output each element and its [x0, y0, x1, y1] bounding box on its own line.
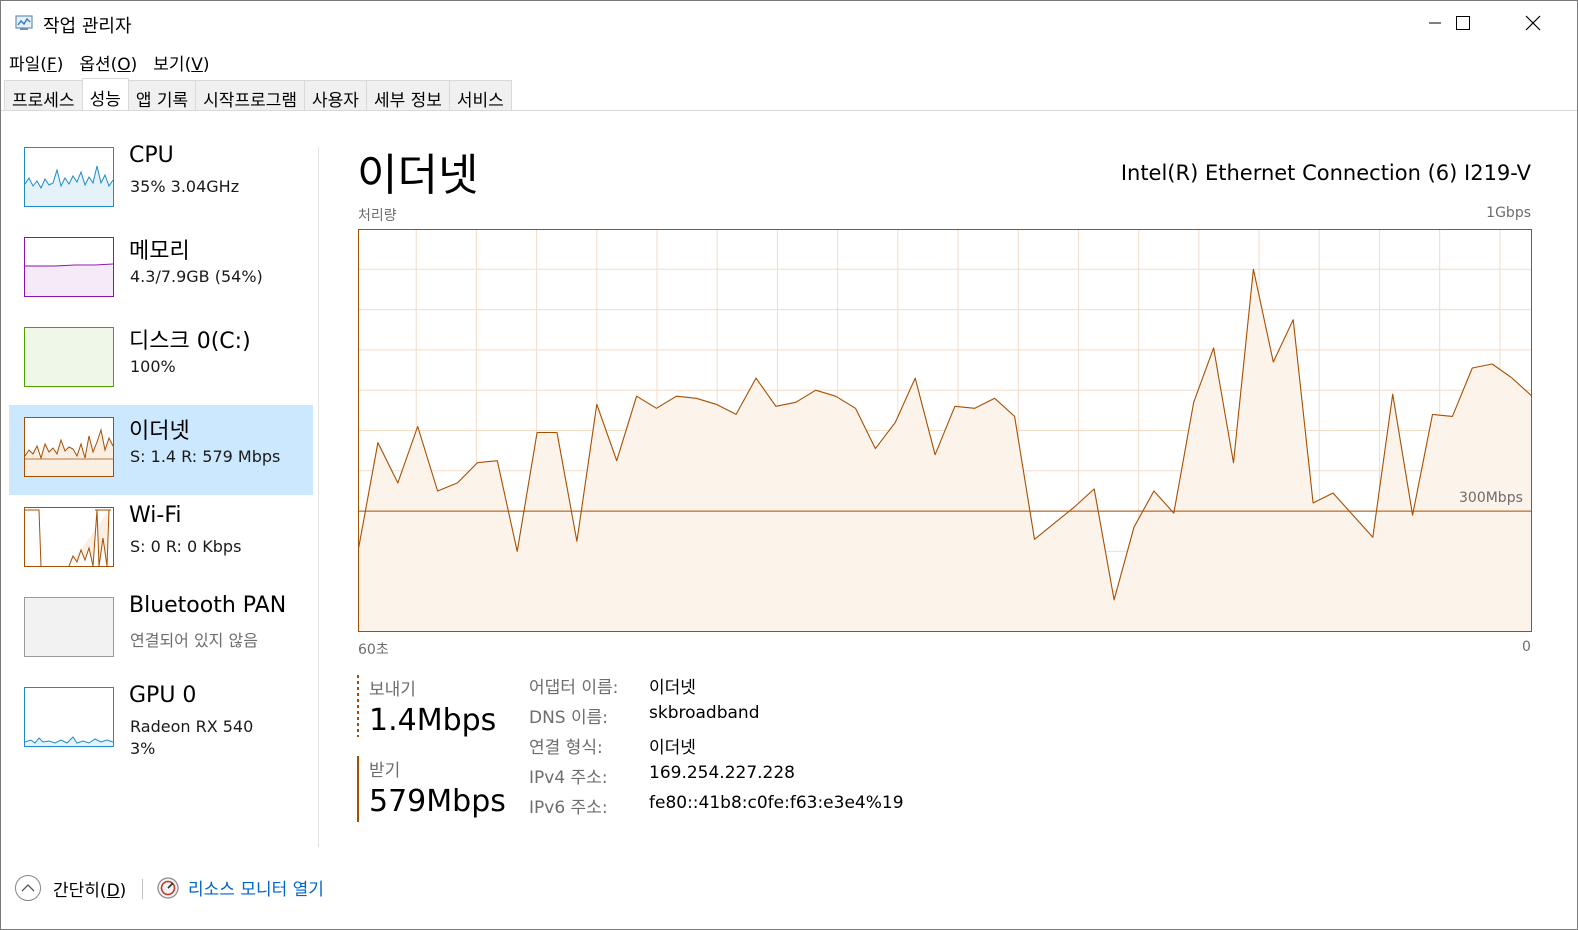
sidebar-item-memory[interactable]: 메모리 4.3/7.9GB (54%) — [9, 225, 313, 315]
mid-throughput-label: 300Mbps — [1459, 490, 1523, 506]
send-label: 보내기 — [369, 680, 416, 700]
send-value: 1.4Mbps — [369, 703, 497, 738]
sidebar-item-name: 디스크 0(C:) — [129, 329, 251, 354]
ethernet-thumbnail-graph — [24, 417, 114, 477]
property-key: IPv6 주소: — [529, 798, 608, 818]
sidebar-item-name: GPU 0 — [129, 683, 197, 708]
property-key: DNS 이름: — [529, 708, 609, 728]
time-start-label: 60초 — [358, 642, 389, 658]
sidebar-item-detail: S: 0 R: 0 Kbps — [130, 537, 242, 556]
sidebar-item-cpu[interactable]: CPU 35% 3.04GHz — [9, 135, 313, 225]
send-indicator — [357, 675, 359, 737]
sidebar-item-name: Wi-Fi — [129, 503, 182, 528]
sidebar-item-name: CPU — [129, 143, 174, 168]
sidebar-item-name: 메모리 — [129, 239, 190, 264]
disk-thumbnail-graph — [24, 327, 114, 387]
page-title: 이더넷 — [357, 150, 479, 201]
sidebar-item-name: 이더넷 — [129, 419, 190, 444]
property-row: DNS 이름: skbroadband — [529, 703, 904, 733]
sidebar-item-detail: 100% — [130, 357, 176, 376]
close-button[interactable] — [1499, 1, 1567, 45]
property-key: IPv4 주소: — [529, 768, 608, 788]
sidebar-item-detail: Radeon RX 540 — [130, 717, 254, 736]
tab-app-history[interactable]: 앱 기록 — [127, 80, 197, 111]
property-key: 연결 형식: — [529, 738, 603, 758]
performance-sidebar: CPU 35% 3.04GHz 메모리 4.3/7.9GB (54%) 디스크 … — [9, 135, 313, 765]
fewer-details-label: 간단히(D) — [53, 880, 127, 901]
sidebar-item-wifi[interactable]: Wi-Fi S: 0 R: 0 Kbps — [9, 495, 313, 585]
footer-separator — [142, 879, 143, 899]
tab-performance[interactable]: 성능 — [81, 78, 129, 110]
property-row: 연결 형식: 이더넷 — [529, 733, 904, 763]
tab-services[interactable]: 서비스 — [448, 80, 512, 111]
tab-bar: 프로세스 성능 앱 기록 시작프로그램 사용자 세부 정보 서비스 — [4, 78, 512, 111]
close-icon — [1525, 15, 1541, 31]
title-bar: 작업 관리자 — [1, 1, 1577, 45]
tab-users[interactable]: 사용자 — [304, 80, 367, 111]
throughput-graph — [358, 229, 1532, 632]
property-key: 어댑터 이름: — [529, 678, 619, 698]
wifi-thumbnail-graph — [24, 507, 114, 567]
adapter-name: Intel(R) Ethernet Connection (6) I219-V — [1120, 161, 1531, 185]
throughput-axis-label: 처리량 — [358, 208, 397, 224]
open-resource-monitor-link[interactable]: 리소스 모니터 열기 — [156, 875, 324, 900]
tab-processes[interactable]: 프로세스 — [4, 80, 83, 111]
window-title: 작업 관리자 — [43, 16, 132, 37]
property-row: IPv4 주소: 169.254.227.228 — [529, 763, 904, 793]
sidebar-item-gpu[interactable]: GPU 0 Radeon RX 540 3% — [9, 675, 313, 765]
property-value: fe80::41b8:c0fe:f63:e3e4%19 — [649, 793, 904, 813]
gpu-thumbnail-graph — [24, 687, 114, 747]
resource-monitor-label: 리소스 모니터 열기 — [188, 880, 324, 900]
tab-details[interactable]: 세부 정보 — [365, 80, 450, 111]
property-value: 이더넷 — [649, 738, 696, 758]
fewer-details-button[interactable]: 간단히(D) — [15, 875, 126, 901]
adapter-properties: 어댑터 이름: 이더넷 DNS 이름: skbroadband 연결 형식: 이… — [529, 673, 904, 823]
property-value: 169.254.227.228 — [649, 763, 796, 783]
property-value: 이더넷 — [649, 678, 696, 698]
tab-startup[interactable]: 시작프로그램 — [195, 80, 306, 111]
receive-label: 받기 — [369, 761, 401, 781]
sidebar-item-detail: 35% 3.04GHz — [130, 177, 240, 196]
sidebar-item-detail: 4.3/7.9GB (54%) — [130, 267, 263, 286]
property-row: 어댑터 이름: 이더넷 — [529, 673, 904, 703]
sidebar-item-disk[interactable]: 디스크 0(C:) 100% — [9, 315, 313, 405]
footer: 간단히(D) 리소스 모니터 열기 — [1, 869, 1577, 909]
sidebar-item-bluetooth[interactable]: Bluetooth PAN 연결되어 있지 않음 — [9, 585, 313, 675]
property-row: IPv6 주소: fe80::41b8:c0fe:f63:e3e4%19 — [529, 793, 904, 823]
sidebar-item-detail: S: 1.4 R: 579 Mbps — [130, 447, 281, 466]
property-value: skbroadband — [649, 703, 760, 723]
sidebar-item-name: Bluetooth PAN — [129, 593, 287, 618]
menu-view[interactable]: 보기(V) — [145, 48, 217, 75]
max-throughput-label: 1Gbps — [1486, 205, 1531, 221]
sidebar-item-ethernet[interactable]: 이더넷 S: 1.4 R: 579 Mbps — [9, 405, 313, 495]
menu-options[interactable]: 옵션(O) — [71, 48, 145, 75]
receive-indicator — [357, 756, 359, 822]
memory-thumbnail-graph — [24, 237, 114, 297]
resource-monitor-icon — [157, 876, 179, 899]
bluetooth-thumbnail-graph — [24, 597, 114, 657]
maximize-button[interactable] — [1429, 1, 1497, 45]
task-manager-app-icon — [15, 15, 33, 30]
receive-stat: 받기 579Mbps — [357, 756, 517, 822]
sidebar-item-detail: 연결되어 있지 않음 — [130, 631, 258, 650]
send-stat: 보내기 1.4Mbps — [357, 675, 517, 741]
receive-value: 579Mbps — [369, 784, 506, 819]
menu-bar: 파일(F) 옵션(O) 보기(V) — [1, 48, 218, 75]
chevron-up-icon — [15, 875, 41, 901]
maximize-icon — [1456, 16, 1470, 30]
pane-divider[interactable] — [318, 147, 319, 847]
cpu-thumbnail-graph — [24, 147, 114, 207]
sidebar-item-detail-2: 3% — [130, 739, 156, 758]
time-end-label: 0 — [1522, 639, 1531, 655]
task-manager-window: 작업 관리자 파일(F) 옵션(O) 보기(V) 프로세스 성능 앱 기록 시작… — [0, 0, 1578, 930]
menu-file[interactable]: 파일(F) — [1, 48, 71, 75]
